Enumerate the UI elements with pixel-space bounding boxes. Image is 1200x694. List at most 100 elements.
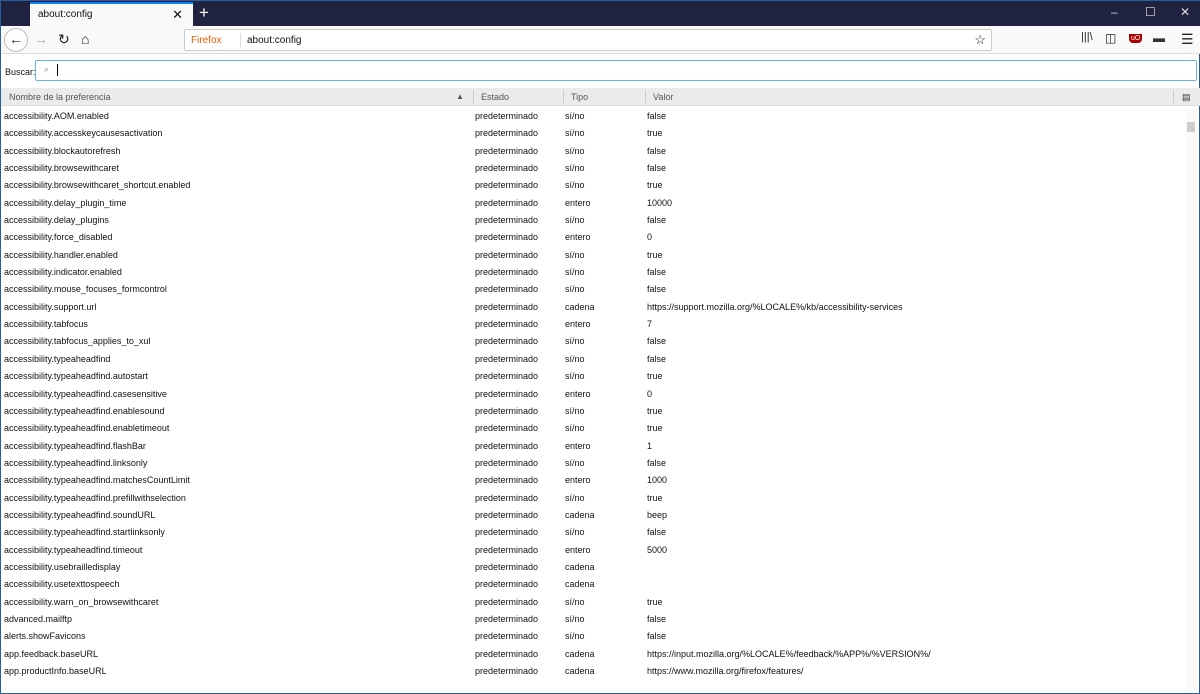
maximize-button[interactable]: ☐: [1145, 5, 1156, 19]
pref-status: predeterminado: [475, 440, 539, 451]
column-value[interactable]: Valor: [653, 92, 673, 102]
pref-name: accessibility.usebrailledisplay: [4, 561, 121, 572]
pref-name: accessibility.support.url: [4, 301, 97, 312]
column-divider[interactable]: [473, 90, 474, 104]
table-row[interactable]: accessibility.accesskeycausesactivation p…: [1, 125, 1186, 142]
nav-bar: ← → ↻ ⌂ Firefox about:config ☆ |||\ ◫ uO…: [1, 26, 1200, 54]
pref-status: predeterminado: [475, 319, 539, 330]
pref-name: accessibility.tabfocus: [4, 319, 88, 330]
pref-type: entero: [565, 440, 591, 451]
table-row[interactable]: accessibility.typeaheadfind.casesensitiv…: [1, 386, 1186, 403]
scrollbar[interactable]: [1185, 108, 1197, 693]
table-row[interactable]: accessibility.typeaheadfind.enablesound p…: [1, 403, 1186, 420]
pref-value: true: [647, 128, 663, 139]
sort-ascending-icon[interactable]: ▲: [456, 92, 464, 101]
table-row[interactable]: accessibility.usetexttospeech predetermin…: [1, 576, 1186, 593]
back-button[interactable]: ←: [4, 28, 28, 52]
pref-status: predeterminado: [475, 631, 539, 642]
column-picker-icon[interactable]: ▤: [1182, 92, 1191, 103]
table-row[interactable]: accessibility.AOM.enabled predeterminado s…: [1, 108, 1186, 125]
pref-type: sí/no: [565, 111, 585, 121]
table-row[interactable]: accessibility.typeaheadfind.enabletimeou…: [1, 420, 1186, 437]
pref-status: predeterminado: [475, 284, 539, 295]
table-row[interactable]: accessibility.typeaheadfind.flashBar pred…: [1, 438, 1186, 455]
pref-type: sí/no: [565, 492, 585, 503]
table-row[interactable]: accessibility.typeaheadfind.startlinkson…: [1, 524, 1186, 541]
table-row[interactable]: accessibility.typeaheadfind.linksonly pre…: [1, 455, 1186, 472]
table-row[interactable]: advanced.mailftp predeterminado sí/no false: [1, 611, 1186, 628]
pref-type: sí/no: [565, 145, 585, 156]
pref-type: sí/no: [565, 284, 585, 295]
pref-value: false: [647, 145, 667, 156]
close-tab-icon[interactable]: ✕: [172, 7, 183, 23]
pref-name: accessibility.typeaheadfind.casesensitiv…: [4, 388, 167, 399]
table-row[interactable]: accessibility.typeaheadfind.soundURL pred…: [1, 507, 1186, 524]
table-row[interactable]: accessibility.force_disabled predetermina…: [1, 229, 1186, 246]
pref-value: true: [647, 405, 663, 416]
tab-about-config[interactable]: about:config ✕: [30, 2, 193, 26]
sidebar-icon[interactable]: ◫: [1105, 31, 1116, 45]
pref-type: entero: [565, 319, 591, 330]
table-row[interactable]: accessibility.typeaheadfind.prefillwiths…: [1, 490, 1186, 507]
pref-value: true: [647, 423, 663, 434]
home-button[interactable]: ⌂: [81, 31, 89, 47]
pref-value: false: [647, 527, 667, 538]
library-icon[interactable]: |||\: [1081, 31, 1093, 43]
forward-button[interactable]: →: [34, 31, 48, 47]
ublock-icon[interactable]: uO: [1129, 34, 1143, 43]
column-type[interactable]: Tipo: [571, 92, 588, 102]
url-bar[interactable]: Firefox about:config ☆: [184, 29, 992, 51]
column-divider[interactable]: [1173, 90, 1174, 104]
table-row[interactable]: accessibility.usebrailledisplay predeterm…: [1, 559, 1186, 576]
column-divider[interactable]: [563, 90, 564, 104]
table-row[interactable]: accessibility.typeaheadfind.matchesCount…: [1, 472, 1186, 489]
table-row[interactable]: accessibility.blockautorefresh predetermi…: [1, 143, 1186, 160]
table-row[interactable]: app.feedback.baseURL predeterminado cadena…: [1, 646, 1186, 663]
scrollbar-thumb[interactable]: [1187, 122, 1195, 132]
table-row[interactable]: accessibility.typeaheadfind.autostart pre…: [1, 368, 1186, 385]
new-tab-button[interactable]: +: [199, 3, 209, 23]
menu-icon[interactable]: ☰: [1181, 31, 1194, 48]
table-row[interactable]: app.productInfo.baseURL predeterminado cad…: [1, 663, 1186, 680]
window-close-button[interactable]: ✕: [1180, 5, 1190, 19]
table-row[interactable]: accessibility.browsewithcaret_shortcut.e…: [1, 177, 1186, 194]
pref-value: false: [647, 163, 667, 174]
url-text: about:config: [247, 35, 302, 46]
pref-name: accessibility.browsewithcaret_shortcut.e…: [4, 180, 191, 191]
table-row[interactable]: alerts.showFavicons predeterminado sí/no fa…: [1, 628, 1186, 645]
table-row[interactable]: accessibility.tabfocus predeterminado ente…: [1, 316, 1186, 333]
table-row[interactable]: accessibility.mouse_focuses_formcontrol p…: [1, 281, 1186, 298]
table-row[interactable]: accessibility.support.url predeterminado c…: [1, 299, 1186, 316]
pref-type: sí/no: [565, 423, 585, 434]
pref-value: 1: [647, 440, 653, 451]
column-status[interactable]: Estado: [481, 92, 509, 102]
pref-name: accessibility.warn_on_browsewithcaret: [4, 596, 159, 607]
table-row[interactable]: accessibility.handler.enabled predetermin…: [1, 247, 1186, 264]
pref-status: predeterminado: [475, 561, 539, 572]
search-input[interactable]: ⌕: [35, 60, 1197, 81]
pref-value: true: [647, 249, 663, 260]
table-row[interactable]: accessibility.delay_plugins predeterminad…: [1, 212, 1186, 229]
bookmark-star-icon[interactable]: ☆: [974, 32, 986, 48]
pref-status: predeterminado: [475, 579, 539, 590]
pref-type: sí/no: [565, 371, 585, 382]
column-divider[interactable]: [645, 90, 646, 104]
table-row[interactable]: accessibility.browsewithcaret predetermin…: [1, 160, 1186, 177]
minimize-button[interactable]: –: [1111, 5, 1118, 19]
pref-type: sí/no: [565, 249, 585, 260]
table-row[interactable]: accessibility.tabfocus_applies_to_xul pre…: [1, 333, 1186, 350]
pref-name: app.feedback.baseURL: [4, 648, 99, 659]
pref-status: predeterminado: [475, 232, 539, 243]
pref-value: false: [647, 267, 667, 278]
table-row[interactable]: accessibility.typeaheadfind predeterminad…: [1, 351, 1186, 368]
table-row[interactable]: accessibility.typeaheadfind.timeout prede…: [1, 542, 1186, 559]
table-row[interactable]: accessibility.warn_on_browsewithcaret pre…: [1, 594, 1186, 611]
table-row[interactable]: accessibility.indicator.enabled predeterm…: [1, 264, 1186, 281]
table-row[interactable]: accessibility.delay_plugin_time predeterm…: [1, 195, 1186, 212]
pref-status: predeterminado: [475, 492, 539, 503]
search-label: Buscar:: [5, 67, 36, 77]
reload-button[interactable]: ↻: [58, 31, 70, 48]
pref-type: sí/no: [565, 405, 585, 416]
column-name[interactable]: Nombre de la preferencia: [9, 92, 111, 102]
extension-icon[interactable]: ▬: [1153, 31, 1165, 45]
